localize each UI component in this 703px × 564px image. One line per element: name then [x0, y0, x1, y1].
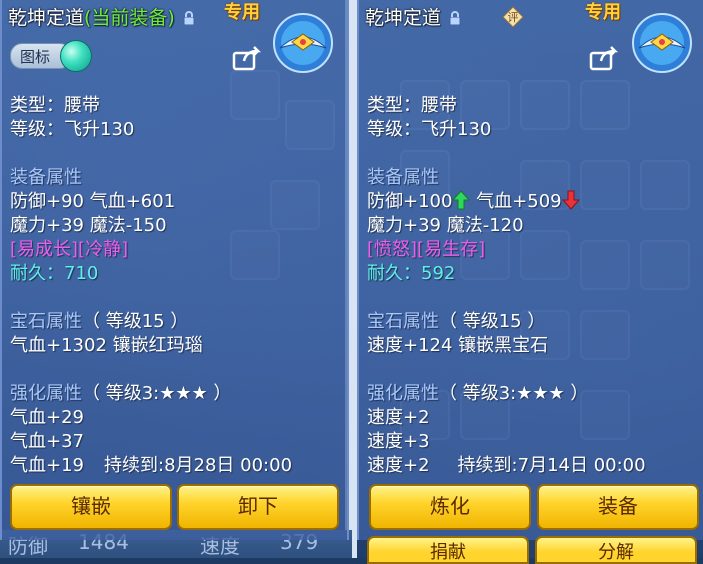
item-title: 乾坤定道(当前装备): [8, 3, 195, 30]
special-label: 专用: [224, 2, 260, 23]
donate-button[interactable]: 捐献: [367, 536, 529, 564]
item-title: 乾坤定道: [365, 3, 461, 30]
review-icon-glyph: 评: [508, 11, 519, 24]
special-label: 专用: [585, 2, 621, 23]
gem-level: （ 等级15 ）: [439, 311, 546, 332]
enh-duration: 持续到:8月28日 00:00: [104, 455, 293, 476]
defense-value: 防御+100: [367, 191, 453, 212]
durability: 耐久：710: [10, 263, 99, 284]
lock-icon: [449, 11, 461, 25]
level-line: 等级：飞升130: [367, 119, 492, 140]
gem-header: 宝石属性: [367, 311, 439, 332]
enh-line-2: 气血+37: [10, 431, 84, 452]
equip-button[interactable]: 装备: [537, 484, 699, 530]
type-line: 类型：腰带: [367, 95, 457, 116]
lock-icon: [183, 11, 195, 25]
gem-header: 宝石属性: [10, 311, 82, 332]
traits: [愤怒][易生存]: [367, 239, 486, 260]
attr-line-2: 魔力+39 魔法-150: [10, 215, 167, 236]
attr-header: 装备属性: [10, 167, 82, 188]
attr-line-2: 魔力+39 魔法-120: [367, 215, 524, 236]
traits: [易成长][冷静]: [10, 239, 129, 260]
icon-toggle[interactable]: 图标: [10, 40, 92, 72]
compare-item-tooltip: 乾坤定道 评 专用 类型：腰带 等级：飞升130 装备属性 防御+100 气血+…: [357, 0, 703, 540]
attr-header: 装备属性: [367, 167, 439, 188]
share-icon[interactable]: [589, 45, 619, 71]
gem-section-header: 宝石属性（ 等级15 ）: [10, 307, 188, 333]
enh-header: 强化属性: [367, 383, 439, 404]
enh-level: （ 等级3:★★★ ）: [82, 383, 232, 404]
enh-line-3-value: 气血+19: [10, 455, 84, 476]
enh-duration: 持续到:7月14日 00:00: [457, 455, 646, 476]
toggle-orb-icon: [60, 40, 92, 72]
durability: 耐久：592: [367, 263, 456, 284]
gem-section-header: 宝石属性（ 等级15 ）: [367, 307, 545, 333]
attr-line-1: 防御+100 气血+509: [367, 187, 580, 213]
unequip-button[interactable]: 卸下: [177, 484, 339, 530]
inlay-button[interactable]: 镶嵌: [10, 484, 172, 530]
arrow-up-icon: [452, 190, 471, 210]
item-icon: [272, 12, 334, 74]
refine-button[interactable]: 炼化: [369, 484, 531, 530]
attr-line-1: 防御+90 气血+601: [10, 191, 176, 212]
enh-level: （ 等级3:★★★ ）: [439, 383, 589, 404]
item-name: 乾坤定道: [365, 7, 442, 29]
enh-header: 强化属性: [10, 383, 82, 404]
gem-line: 速度+124 镶嵌黑宝石: [367, 335, 549, 356]
enh-section-header: 强化属性（ 等级3:★★★ ）: [10, 379, 231, 405]
equipped-item-tooltip: 乾坤定道(当前装备) 专用 图标 类型：腰带 等级：飞升130 装备属性 防御+…: [0, 0, 349, 540]
enh-line-1: 速度+2: [367, 407, 430, 428]
enh-line-3-value: 速度+2: [367, 455, 430, 476]
item-icon: [631, 12, 693, 74]
arrow-down-icon: [561, 190, 580, 210]
share-icon[interactable]: [232, 45, 262, 71]
equipped-status: (当前装备): [84, 7, 175, 29]
enh-line-2: 速度+3: [367, 431, 430, 452]
icon-toggle-label: 图标: [20, 48, 51, 66]
enh-line-3: 气血+19 持续到:8月28日 00:00: [10, 451, 292, 477]
enh-line-1: 气血+29: [10, 407, 84, 428]
level-line: 等级：飞升130: [10, 119, 135, 140]
decompose-button[interactable]: 分解: [535, 536, 697, 564]
review-icon[interactable]: 评: [502, 6, 524, 28]
gem-level: （ 等级15 ）: [82, 311, 189, 332]
gem-line: 气血+1302 镶嵌红玛瑙: [10, 335, 203, 356]
enh-section-header: 强化属性（ 等级3:★★★ ）: [367, 379, 588, 405]
type-line: 类型：腰带: [10, 95, 100, 116]
enh-line-3: 速度+2 持续到:7月14日 00:00: [367, 451, 646, 477]
hp-value: 气血+509: [476, 191, 562, 212]
item-name: 乾坤定道: [8, 7, 85, 29]
